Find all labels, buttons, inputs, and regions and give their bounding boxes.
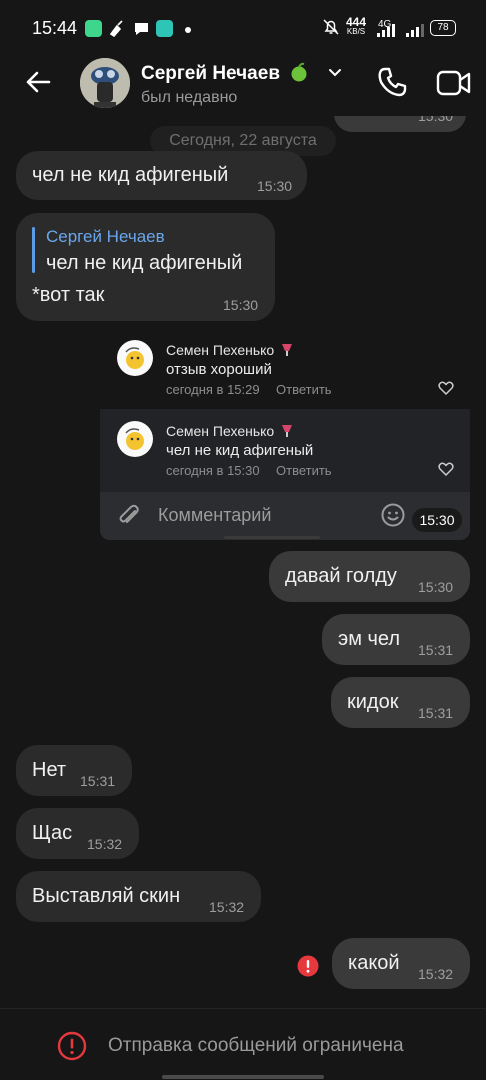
app-notification-icon — [85, 20, 102, 37]
cocktail-emoji-icon — [281, 424, 293, 437]
comment-time-chip: 15:30 — [412, 508, 462, 532]
contact-avatar[interactable] — [80, 58, 130, 108]
mute-bell-icon — [322, 18, 340, 39]
restricted-banner: Отправка сообщений ограничена — [0, 1008, 486, 1080]
message-list[interactable]: 15:30 Сегодня, 22 августа чел не кид афи… — [0, 116, 486, 1006]
net-speed-value: 444 — [346, 15, 367, 29]
message-text: Нет — [32, 759, 67, 781]
message-bubble[interactable]: чел не кид афигеный 15:30 — [16, 151, 307, 200]
message-text: кидок — [347, 691, 399, 713]
message-time: 15:30 — [223, 297, 259, 313]
message-time: 15:31 — [418, 705, 454, 721]
back-arrow-icon[interactable] — [22, 66, 54, 98]
status-bar: 15:44 444 KB/S 4G 78 — [0, 0, 486, 58]
net-speed: 444 KB/S — [346, 15, 367, 37]
message-text: какой — [348, 952, 400, 974]
message-bubble-reply[interactable]: Сергей Нечаев чел не кид афигеный *вот т… — [16, 213, 275, 321]
message-text: Выставляй скин — [32, 885, 181, 907]
comment-reply-link[interactable]: Ответить — [276, 463, 332, 478]
message-time: 15:31 — [418, 642, 454, 658]
message-bubble-partial[interactable]: 15:30 — [334, 116, 466, 132]
message-bubble[interactable]: эм чел 15:31 — [322, 614, 470, 665]
comment-input-bar: Комментарий 15:30 — [100, 492, 470, 540]
comment-text: отзыв хороший — [166, 361, 272, 378]
battery-icon: 78 — [430, 20, 456, 36]
message-bubble[interactable]: Нет 15:31 — [16, 745, 132, 796]
message-time: 15:30 — [257, 178, 293, 194]
message-text: чел не кид афигеный — [32, 164, 229, 186]
message-time: 15:30 — [418, 116, 454, 124]
reply-author[interactable]: Сергей Нечаев — [46, 227, 165, 247]
emoji-smile-icon[interactable] — [380, 502, 406, 528]
signal-icon — [375, 22, 397, 41]
comment-input[interactable]: Комментарий — [158, 505, 271, 526]
message-time: 15:31 — [80, 773, 116, 789]
message-text: давай голду — [285, 565, 397, 587]
message-time: 15:32 — [87, 836, 123, 852]
comment-author[interactable]: Семен Пехенько — [166, 423, 293, 439]
attachment-clip-icon[interactable] — [116, 503, 142, 529]
message-bubble[interactable]: Выставляй скин 15:32 — [16, 871, 261, 922]
comment-reply-link[interactable]: Ответить — [276, 382, 332, 397]
signal-icon-2 — [405, 22, 425, 41]
message-bubble[interactable]: Щас 15:32 — [16, 808, 139, 859]
status-time: 15:44 — [32, 18, 78, 38]
message-time: 15:32 — [418, 966, 454, 982]
comment-timestamp: сегодня в 15:29 — [166, 382, 260, 397]
reply-quoted-text: чел не кид афигеный — [46, 252, 243, 274]
reply-quote-bar — [32, 227, 35, 273]
heart-icon[interactable] — [438, 461, 454, 477]
contact-status: был недавно — [141, 89, 238, 106]
chevron-down-icon[interactable] — [326, 63, 344, 81]
home-indicator[interactable] — [162, 1075, 324, 1079]
panel-scroll-indicator — [224, 536, 320, 539]
video-call-icon[interactable] — [436, 68, 472, 98]
apple-icon — [289, 62, 309, 82]
comment-author-name: Семен Пехенько — [166, 423, 275, 439]
message-time: 15:30 — [418, 579, 454, 595]
comment-timestamp: сегодня в 15:30 — [166, 463, 260, 478]
comment-author-name: Семен Пехенько — [166, 342, 275, 358]
message-text: эм чел — [338, 628, 401, 650]
cocktail-emoji-icon — [281, 343, 293, 356]
comment-item[interactable]: Семен Пехенько отзыв хороший сегодня в 1… — [100, 334, 470, 404]
phone-call-icon[interactable] — [376, 65, 410, 99]
contact-name-text: Сергей Нечаев — [141, 63, 280, 84]
comment-text: чел не кид афигеный — [166, 442, 314, 459]
message-time: 15:32 — [209, 899, 245, 915]
message-bubble[interactable]: кидок 15:31 — [331, 677, 470, 728]
send-error-icon[interactable] — [297, 955, 319, 977]
message-bubble[interactable]: давай голду 15:30 — [269, 551, 470, 602]
search-app-icon — [156, 20, 173, 37]
restricted-text: Отправка сообщений ограничена — [108, 1035, 404, 1056]
warning-circle-icon — [57, 1031, 87, 1061]
broom-icon — [108, 20, 125, 38]
more-notifications-dot — [185, 27, 191, 33]
chat-header: Сергей Нечаев был недавно — [0, 58, 486, 116]
heart-icon[interactable] — [438, 380, 454, 396]
message-bubble[interactable]: какой 15:32 — [332, 938, 470, 989]
net-speed-unit: KB/S — [346, 27, 366, 36]
commenter-avatar[interactable] — [117, 340, 153, 376]
message-text: Щас — [32, 822, 73, 844]
commenter-avatar[interactable] — [117, 421, 153, 457]
contact-name[interactable]: Сергей Нечаев — [141, 62, 309, 85]
comment-author[interactable]: Семен Пехенько — [166, 342, 293, 358]
chat-bubble-icon — [133, 20, 150, 37]
message-text: *вот так — [32, 284, 105, 306]
